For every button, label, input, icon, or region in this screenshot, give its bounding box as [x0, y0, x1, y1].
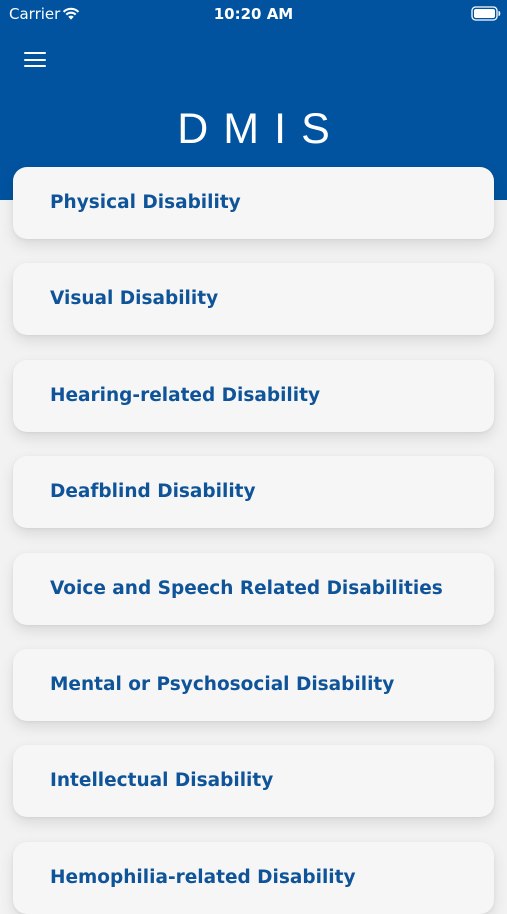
category-card-visual[interactable]: Visual Disability [13, 263, 494, 335]
category-label: Voice and Speech Related Disabilities [50, 578, 443, 599]
battery-icon [471, 6, 501, 21]
status-time: 10:20 AM [213, 5, 294, 23]
hamburger-menu-icon [24, 52, 46, 55]
status-bar: Carrier 10:20 AM [0, 0, 507, 28]
category-label: Mental or Psychosocial Disability [50, 674, 395, 695]
category-card-voice-speech[interactable]: Voice and Speech Related Disabilities [13, 553, 494, 625]
hamburger-menu-icon [24, 65, 46, 68]
hamburger-menu-icon [24, 58, 46, 61]
category-label: Hearing-related Disability [50, 385, 321, 406]
menu-button[interactable] [19, 46, 51, 74]
category-card-hearing[interactable]: Hearing-related Disability [13, 360, 494, 432]
category-label: Physical Disability [50, 192, 241, 213]
category-label: Deafblind Disability [50, 481, 256, 502]
category-label: Visual Disability [50, 288, 219, 309]
category-label: Hemophilia-related Disability [50, 867, 356, 888]
app-title: DMIS [177, 105, 345, 153]
category-card-hemophilia[interactable]: Hemophilia-related Disability [13, 842, 494, 914]
category-label: Intellectual Disability [50, 770, 274, 791]
category-card-physical[interactable]: Physical Disability [13, 167, 494, 239]
category-card-mental[interactable]: Mental or Psychosocial Disability [13, 649, 494, 721]
category-card-intellectual[interactable]: Intellectual Disability [13, 745, 494, 817]
category-card-deafblind[interactable]: Deafblind Disability [13, 456, 494, 528]
